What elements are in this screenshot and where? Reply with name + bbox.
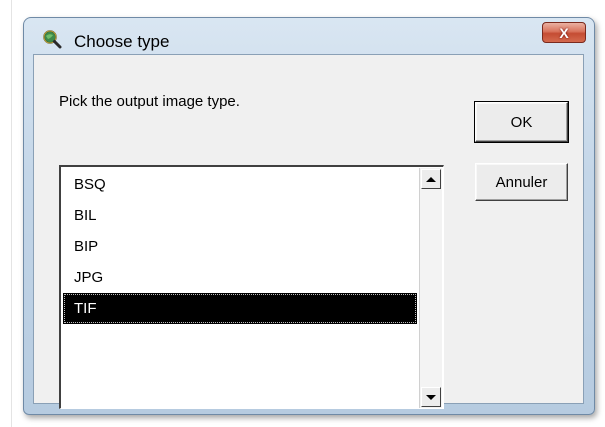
dialog-body: Pick the output image type. OK Annuler B… [33, 54, 584, 409]
background-divider [11, 0, 12, 427]
magnifier-globe-icon [42, 29, 62, 49]
close-icon: X [559, 24, 569, 41]
ok-button[interactable]: OK [474, 101, 569, 143]
cancel-button[interactable]: Annuler [475, 163, 568, 201]
window-title: Choose type [74, 32, 170, 51]
arrow-up-icon [426, 176, 436, 182]
scroll-down-button[interactable] [421, 387, 441, 407]
list-item-jpg[interactable]: JPG [63, 262, 417, 293]
arrow-down-icon [426, 394, 436, 400]
choose-type-dialog: Choose type X Pick the output image type… [23, 17, 595, 415]
scroll-up-button[interactable] [421, 169, 441, 189]
list-items: BSQ BIL BIP JPG TIF [63, 169, 417, 324]
list-item-bil[interactable]: BIL [63, 200, 417, 231]
list-item-bsq[interactable]: BSQ [63, 169, 417, 200]
list-item-tif[interactable]: TIF [63, 293, 417, 324]
prompt-label: Pick the output image type. [59, 93, 240, 110]
list-item-bip[interactable]: BIP [63, 231, 417, 262]
close-button[interactable]: X [542, 22, 586, 43]
title-bar[interactable]: Choose type X [24, 18, 594, 54]
vertical-scrollbar[interactable] [419, 168, 442, 408]
screenshot: Choose type X Pick the output image type… [0, 0, 605, 427]
image-type-listbox[interactable]: BSQ BIL BIP JPG TIF [59, 165, 444, 409]
